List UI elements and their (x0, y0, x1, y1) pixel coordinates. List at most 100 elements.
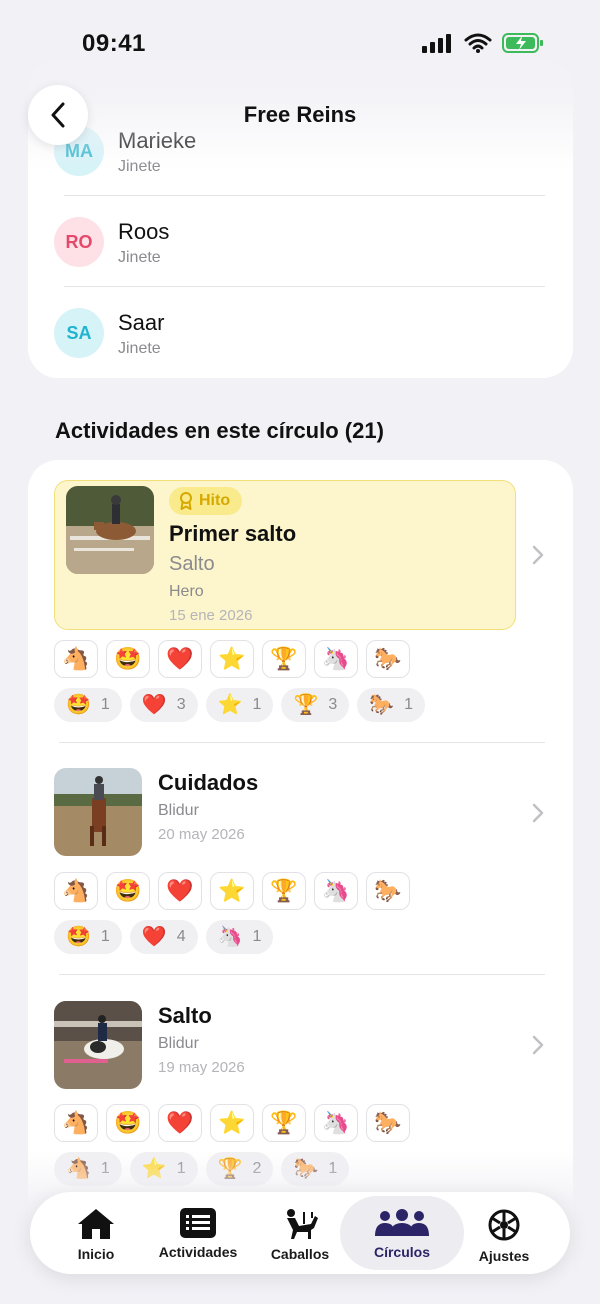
list-icon (180, 1208, 216, 1238)
reaction-summary: 🐴 1 ⭐ 1 🏆 2 🐎 1 (54, 1152, 350, 1186)
reaction-summary: 🤩 1 ❤️ 3 ⭐ 1 🏆 3 🐎 1 (54, 688, 426, 722)
reaction-emoji: ⭐ (217, 694, 243, 716)
reaction-pill[interactable]: 🤩 1 (54, 688, 122, 722)
activity-horse: Hero (169, 583, 204, 600)
badge-label: Hito (199, 492, 231, 509)
react-trophy-button[interactable]: 🏆 (262, 1104, 306, 1142)
reaction-pill[interactable]: 🦄 1 (205, 920, 274, 954)
react-star-struck-button[interactable]: 🤩 (106, 640, 150, 678)
react-horse-button[interactable]: 🐎 (366, 1104, 410, 1142)
page-title: Free Reins (243, 102, 357, 127)
react-horse-face-button[interactable]: 🐴 (54, 640, 98, 678)
reaction-count: 1 (100, 1160, 110, 1177)
react-heart-button[interactable]: ❤️ (158, 872, 202, 910)
react-trophy-button[interactable]: 🏆 (262, 640, 306, 678)
member-role: Jinete (118, 158, 161, 175)
react-trophy-button[interactable]: 🏆 (262, 872, 306, 910)
reaction-emoji: ❤️ (141, 694, 167, 716)
react-heart-button[interactable]: ❤️ (158, 1104, 202, 1142)
activity-date: 19 may 2026 (158, 1059, 245, 1076)
chevron-right-icon[interactable] (531, 544, 545, 566)
reaction-emoji: 🐴 (66, 1158, 91, 1180)
tab-label: Ajustes (478, 1248, 530, 1264)
reaction-pill[interactable]: 🐴 1 (54, 1152, 122, 1186)
divider (59, 974, 545, 975)
member-row[interactable]: RO Roos Jinete (28, 197, 573, 287)
signal-icon (422, 34, 451, 53)
reaction-pill[interactable]: ❤️ 4 (129, 920, 198, 954)
chevron-right-icon[interactable] (531, 1034, 545, 1056)
react-horse-button[interactable]: 🐎 (366, 872, 410, 910)
reaction-picker: 🐴 🤩 ❤️ ⭐ 🏆 🦄 🐎 (54, 872, 410, 910)
reaction-emoji: 🤩 (66, 926, 91, 948)
activity-photo (66, 486, 154, 574)
avatar: SA (54, 308, 104, 358)
divider (64, 195, 545, 196)
reaction-pill[interactable]: ⭐ 1 (129, 1152, 198, 1186)
tab-circulos[interactable]: Círculos (340, 1196, 464, 1270)
reaction-count: 3 (176, 696, 186, 713)
activities-card: Hito Primer salto Salto Hero 15 ene 2026… (28, 460, 573, 1304)
tab-ajustes[interactable]: Ajustes (448, 1196, 560, 1270)
react-unicorn-button[interactable]: 🦄 (314, 1104, 358, 1142)
react-horse-button[interactable]: 🐎 (366, 640, 410, 678)
react-unicorn-button[interactable]: 🦄 (314, 872, 358, 910)
reaction-emoji: ❤️ (141, 926, 167, 948)
reaction-pill[interactable]: 🏆 3 (281, 688, 350, 722)
status-icons (422, 32, 544, 54)
react-star-struck-button[interactable]: 🤩 (106, 872, 150, 910)
member-row[interactable]: SA Saar Jinete (28, 288, 573, 378)
reaction-pill[interactable]: ❤️ 3 (129, 688, 198, 722)
people-group-icon (375, 1209, 429, 1236)
react-horse-face-button[interactable]: 🐴 (54, 872, 98, 910)
reaction-count: 1 (252, 696, 262, 713)
member-role: Jinete (118, 249, 161, 266)
divider (64, 286, 545, 287)
reaction-emoji: 🐎 (293, 1158, 319, 1180)
reaction-pill[interactable]: 🐎 1 (357, 688, 426, 722)
reaction-count: 1 (100, 928, 110, 945)
reaction-emoji: 🦄 (217, 926, 243, 948)
activity-photo (54, 1001, 142, 1089)
status-bar: 09:41 (0, 0, 600, 90)
member-name: Marieke (118, 128, 197, 153)
activity-title: Salto (158, 1003, 212, 1028)
reaction-pill[interactable]: ⭐ 1 (205, 688, 274, 722)
status-time: 09:41 (82, 30, 146, 57)
settings-wheel-icon (488, 1209, 520, 1241)
reaction-emoji: 🏆 (293, 694, 319, 716)
activity-horse: Blidur (158, 802, 199, 819)
reaction-count: 1 (404, 696, 414, 713)
reaction-count: 1 (328, 1160, 338, 1177)
tab-bar: Inicio Actividades Caballos Círculos Aju… (30, 1192, 570, 1274)
activity-date: 15 ene 2026 (169, 607, 253, 624)
tab-inicio[interactable]: Inicio (40, 1196, 152, 1270)
tab-label: Actividades (158, 1244, 238, 1260)
chevron-right-icon[interactable] (531, 802, 545, 824)
tab-actividades[interactable]: Actividades (142, 1196, 254, 1270)
wifi-icon (464, 33, 492, 53)
react-heart-button[interactable]: ❤️ (158, 640, 202, 678)
battery-charging-icon (502, 33, 543, 53)
tab-label: Caballos (270, 1246, 330, 1262)
react-unicorn-button[interactable]: 🦄 (314, 640, 358, 678)
member-name: Roos (118, 219, 170, 244)
react-star-button[interactable]: ⭐ (210, 872, 254, 910)
react-horse-face-button[interactable]: 🐴 (54, 1104, 98, 1142)
reaction-count: 2 (252, 1160, 262, 1177)
reaction-pill[interactable]: 🐎 1 (281, 1152, 350, 1186)
reaction-pill[interactable]: 🤩 1 (54, 920, 122, 954)
reaction-count: 4 (176, 928, 186, 945)
reaction-pill[interactable]: 🏆 2 (205, 1152, 274, 1186)
activity-card-milestone[interactable]: Hito Primer salto Salto Hero 15 ene 2026 (54, 480, 516, 630)
section-title: Actividades en este círculo (21) (55, 418, 384, 443)
react-star-button[interactable]: ⭐ (210, 1104, 254, 1142)
react-star-struck-button[interactable]: 🤩 (106, 1104, 150, 1142)
member-name: Saar (118, 310, 165, 335)
activity-title: Primer salto (169, 521, 297, 546)
avatar: RO (54, 217, 104, 267)
react-star-button[interactable]: ⭐ (210, 640, 254, 678)
reaction-picker: 🐴 🤩 ❤️ ⭐ 🏆 🦄 🐎 (54, 640, 410, 678)
reaction-emoji: 🏆 (217, 1158, 243, 1180)
tab-label: Inicio (77, 1246, 115, 1262)
